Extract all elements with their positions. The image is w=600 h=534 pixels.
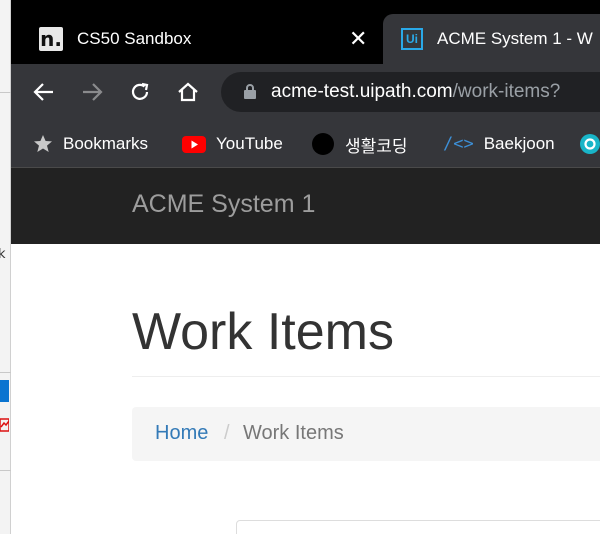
tab-strip: n. CS50 Sandbox ✕ Ui ACME System 1 - W [11, 0, 600, 64]
bookmark-label: YouTube [216, 134, 283, 153]
url-path: /work-items? [452, 81, 561, 102]
app-navbar: ACME System 1 [11, 168, 600, 244]
breadcrumb-current: Work Items [243, 422, 344, 444]
breadcrumb-home-link[interactable]: Home [155, 422, 208, 445]
url-host: acme-test.uipath.com [271, 81, 453, 102]
cs50-n-icon: n. [39, 27, 63, 51]
bookmarks-bar: Bookmarks YouTube 생활코딩 /<> Baekjoon [11, 120, 600, 168]
star-icon [33, 134, 53, 154]
divider [0, 470, 11, 471]
youtube-icon [182, 135, 206, 153]
forward-arrow-icon[interactable] [78, 78, 106, 106]
tab-cs50-sandbox[interactable]: n. CS50 Sandbox [11, 14, 383, 64]
divider [0, 372, 11, 373]
tab-title: ACME System 1 - W [437, 29, 593, 48]
bookmark-youtube[interactable]: YouTube [182, 132, 283, 156]
browser-window: n. CS50 Sandbox ✕ Ui ACME System 1 - W a… [11, 0, 600, 534]
code-brackets-icon: /<> [443, 134, 474, 154]
bookmark-saenghwal-coding[interactable]: 생활코딩 [311, 132, 408, 156]
address-bar[interactable]: acme-test.uipath.com/work-items? [221, 72, 600, 112]
page-title: Work Items [132, 303, 394, 361]
tab-acme-system[interactable]: Ui ACME System 1 - W [383, 14, 600, 64]
tab-title: CS50 Sandbox [77, 29, 192, 48]
breadcrumb: Home / Work Items [132, 407, 600, 461]
url-text: acme-test.uipath.com/work-items? [271, 81, 560, 103]
background-text-fragment: k [0, 247, 6, 262]
browser-toolbar: acme-test.uipath.com/work-items? [11, 64, 600, 120]
background-window-edge: k [0, 0, 11, 534]
uipath-ui-icon: Ui [401, 28, 423, 50]
selected-row-indicator [0, 380, 9, 402]
bookmark-baekjoon[interactable]: /<> Baekjoon [443, 132, 555, 156]
divider [0, 92, 11, 93]
bookmark-label: Baekjoon [483, 134, 555, 153]
page-content: Work Items Home / Work Items [11, 244, 600, 534]
reload-icon[interactable] [126, 78, 154, 106]
app-brand[interactable]: ACME System 1 [132, 190, 315, 219]
back-arrow-icon[interactable] [30, 78, 58, 106]
bookmark-bookmarks[interactable]: Bookmarks [33, 132, 148, 156]
close-tab-icon[interactable]: ✕ [349, 28, 367, 50]
title-divider [132, 376, 600, 377]
breadcrumb-separator: / [224, 422, 230, 444]
black-circle-icon [311, 132, 335, 156]
bookmark-label: Bookmarks [63, 134, 149, 153]
lock-icon[interactable] [243, 83, 257, 105]
bookmark-partial[interactable] [579, 132, 600, 156]
partial-bookmark-icon [579, 133, 600, 155]
bookmark-label: 생활코딩 [345, 136, 408, 156]
content-panel [236, 520, 600, 534]
home-icon[interactable] [174, 78, 202, 106]
chart-icon [0, 415, 10, 435]
